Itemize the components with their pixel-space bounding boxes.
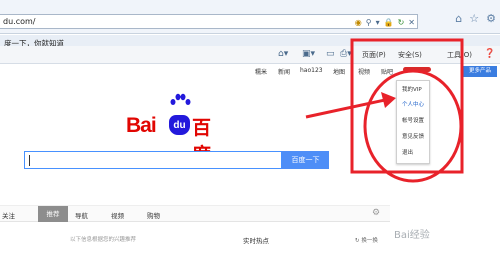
nav-video[interactable]: 视频 xyxy=(358,67,370,76)
hot-topics-title: 实时热点 xyxy=(243,237,269,245)
feed-tab-bar: 关注 推荐 导航 视频 购物 ⚙ xyxy=(0,205,390,222)
refresh-hot-label: 换一换 xyxy=(361,238,378,244)
tab-shopping[interactable]: 购物 xyxy=(147,210,160,220)
home-icon[interactable]: ⌂ xyxy=(455,13,462,24)
search-input[interactable] xyxy=(24,151,282,169)
url-text: du.com/ xyxy=(3,17,36,26)
favorites-icon[interactable]: ☆ xyxy=(469,13,479,24)
rss-icon[interactable]: ▣▾ xyxy=(302,49,315,59)
tab-recommend[interactable]: 推荐 xyxy=(38,206,68,222)
user-dropdown-menu: 我的VIP 个人中心 帐号设置 意见反馈 退出 xyxy=(396,80,430,164)
close-icon[interactable]: ✕ xyxy=(408,17,415,28)
nav-hao123[interactable]: hao123 xyxy=(300,67,323,74)
print-icon[interactable]: ⎙▾ xyxy=(340,49,352,59)
menu-item-account-settings[interactable]: 帐号设置 xyxy=(402,116,424,124)
refresh-icon[interactable]: ↻ xyxy=(398,17,405,28)
command-bar: ⌂▾ ▣▾ ▭ ⎙▾ 页面(P) 安全(S) 工具(O) ❓ xyxy=(0,46,500,64)
browser-toolbar: du.com/ ◉ ⚲ ▾ 🔒 ↻ ✕ ⌂ ☆ ⚙ xyxy=(0,0,500,34)
logo-du-badge: du xyxy=(169,115,190,135)
menu-item-logout[interactable]: 退出 xyxy=(402,148,413,156)
tab-follow[interactable]: 关注 xyxy=(2,210,15,220)
lock-icon[interactable]: 🔒 xyxy=(384,17,394,28)
recommendation-tip: 以下信息根据您的兴趣推荐 xyxy=(70,237,137,243)
refresh-hot-button[interactable]: ↻ 换一换 xyxy=(355,236,378,244)
home-icon[interactable]: ⌂▾ xyxy=(278,49,288,59)
help-icon[interactable]: ❓ xyxy=(484,49,495,59)
tab-video[interactable]: 视频 xyxy=(111,210,124,220)
nav-tieba[interactable]: 贴吧 xyxy=(381,67,393,76)
settings-icon[interactable]: ⚙ xyxy=(372,208,380,218)
arrow-head xyxy=(381,92,396,108)
mail-icon[interactable]: ▭ xyxy=(326,49,335,59)
menu-item-personal-center[interactable]: 个人中心 xyxy=(402,100,424,108)
menu-item-feedback[interactable]: 意见反馈 xyxy=(402,132,424,140)
arrow-line xyxy=(305,98,386,119)
nav-map[interactable]: 地图 xyxy=(333,67,345,76)
menu-item-vip[interactable]: 我的VIP xyxy=(402,85,422,93)
nav-news[interactable]: 新闻 xyxy=(278,67,290,76)
gear-icon[interactable]: ⚙ xyxy=(486,13,496,24)
more-products-button[interactable]: 更多产品 xyxy=(463,66,497,77)
tools-menu[interactable]: 工具(O) xyxy=(447,50,472,60)
username-link[interactable] xyxy=(403,67,431,72)
tab-navigation[interactable]: 导航 xyxy=(75,210,88,220)
watermark: Bai经验 xyxy=(394,230,430,241)
safety-menu[interactable]: 安全(S) xyxy=(398,50,422,60)
address-bar[interactable]: du.com/ ◉ ⚲ ▾ 🔒 ↻ ✕ xyxy=(0,14,418,29)
search-icon[interactable]: ⚲ xyxy=(366,17,372,28)
nav-nuomi[interactable]: 糯米 xyxy=(255,67,267,76)
dropdown-icon[interactable]: ▾ xyxy=(376,17,380,28)
page-menu[interactable]: 页面(P) xyxy=(362,50,386,60)
paw-icon xyxy=(170,93,191,105)
search-button[interactable]: 百度一下 xyxy=(282,151,329,169)
logo-text: Bai xyxy=(126,114,157,137)
compatibility-view-icon[interactable]: ◉ xyxy=(355,17,362,28)
